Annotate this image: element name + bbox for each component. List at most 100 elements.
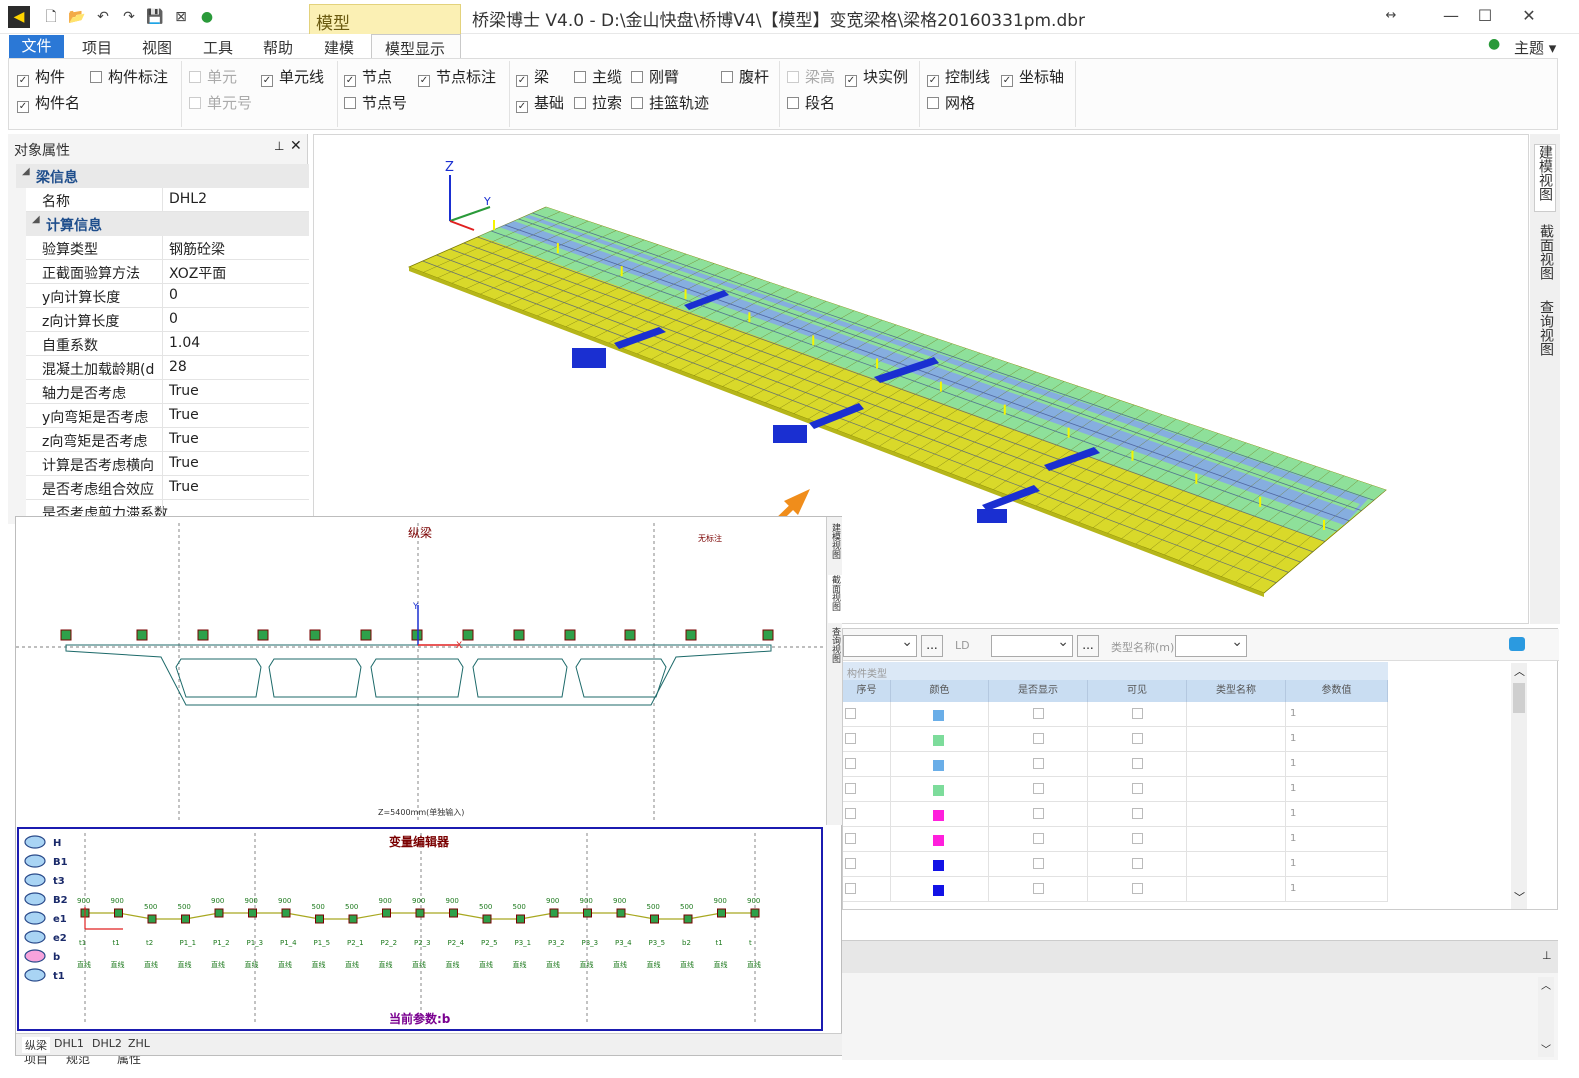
option-element-number[interactable]: 单元号	[189, 92, 252, 113]
option-block-instance[interactable]: ✓ 块实例	[845, 66, 908, 87]
show-checkbox[interactable]	[1033, 833, 1044, 844]
param-toggle-icon[interactable]	[24, 835, 46, 849]
show-checkbox[interactable]	[1033, 783, 1044, 794]
profile-point[interactable]	[348, 914, 358, 924]
col-header[interactable]: 颜色	[891, 680, 989, 702]
table-cell[interactable]	[891, 702, 989, 727]
table-cell[interactable]	[843, 877, 891, 902]
restore-arrows-icon[interactable]: ↔	[1376, 4, 1406, 28]
param-name[interactable]: e2	[53, 933, 67, 944]
redo-icon[interactable]: ↷	[120, 8, 138, 26]
property-row[interactable]: 轴力是否考虑 True	[26, 380, 309, 404]
tab-longitudinal[interactable]: 纵梁	[22, 1037, 50, 1053]
tab-section-view[interactable]: 截面视图	[1534, 224, 1556, 292]
table-row[interactable]: 1	[843, 702, 1388, 727]
grid-browse-button[interactable]: ...	[921, 635, 943, 657]
profile-point[interactable]	[214, 908, 224, 918]
profile-point[interactable]	[449, 908, 458, 918]
profile-point[interactable]	[382, 908, 391, 918]
profile-point[interactable]	[181, 914, 190, 924]
tab-query-view[interactable]: 查询视图	[828, 627, 842, 675]
visible-checkbox[interactable]	[1132, 708, 1143, 719]
col-header[interactable]: 类型名称	[1187, 680, 1286, 702]
property-row[interactable]: 名称 DHL2	[26, 188, 309, 212]
maximize-button[interactable]: ☐	[1470, 4, 1500, 28]
table-cell[interactable]	[891, 727, 989, 752]
property-row[interactable]: y向弯矩是否考虑 True	[26, 404, 309, 428]
table-cell[interactable]	[989, 827, 1088, 852]
property-value[interactable]: 28	[162, 356, 309, 380]
profile-point[interactable]	[650, 914, 659, 924]
table-cell[interactable]: 1	[1286, 877, 1388, 902]
option-grid[interactable]: 网格	[927, 92, 975, 113]
param-toggle-icon[interactable]	[24, 854, 46, 868]
table-cell[interactable]	[891, 802, 989, 827]
param-name[interactable]: B1	[53, 857, 68, 868]
run-icon[interactable]: ●	[198, 8, 216, 26]
variable-editor-canvas[interactable]: 变量编辑器 H B1 t3 B2 e1 e2 b t1 900 t1 直线 900 t1 直线 500 t2…	[19, 829, 821, 1029]
profile-point[interactable]	[315, 914, 324, 924]
row-checkbox[interactable]	[845, 883, 856, 894]
property-value[interactable]: 钢筋砼梁	[162, 236, 309, 260]
param-name[interactable]: B2	[53, 895, 68, 906]
property-value[interactable]: True	[162, 428, 309, 452]
option-component[interactable]: ✓ 构件	[17, 66, 65, 87]
param-name[interactable]: t1	[53, 971, 65, 982]
visible-checkbox[interactable]	[1132, 858, 1143, 869]
table-cell[interactable]	[1187, 777, 1286, 802]
table-cell[interactable]	[1088, 702, 1187, 727]
option-component-name[interactable]: ✓ 构件名	[17, 92, 80, 113]
bottom-scrollbar[interactable]: ︿ ﹀	[1538, 977, 1554, 1057]
option-web-member[interactable]: 腹杆	[721, 66, 769, 87]
param-toggle-icon[interactable]	[24, 892, 46, 906]
table-cell[interactable]: 1	[1286, 727, 1388, 752]
tab-query-view[interactable]: 查询视图	[1534, 300, 1556, 368]
table-cell[interactable]	[989, 752, 1088, 777]
property-value[interactable]: 0	[162, 284, 309, 308]
table-cell[interactable]	[1187, 802, 1286, 827]
table-cell[interactable]	[1187, 752, 1286, 777]
section-node[interactable]	[462, 629, 474, 641]
table-cell[interactable]	[1187, 727, 1286, 752]
profile-point[interactable]	[147, 914, 157, 924]
visible-checkbox[interactable]	[1132, 833, 1143, 844]
option-element[interactable]: 单元	[189, 66, 237, 87]
option-traveler-track[interactable]: 挂篮轨迹	[631, 92, 709, 113]
profile-point[interactable]	[415, 908, 425, 918]
table-cell[interactable]	[1088, 827, 1187, 852]
table-row[interactable]: 1	[843, 827, 1388, 852]
tab-modeling-view[interactable]: 建模视图	[1534, 144, 1556, 212]
option-beam-height[interactable]: 梁高	[787, 66, 835, 87]
open-folder-icon[interactable]: 📂	[68, 8, 86, 26]
save-icon[interactable]: 💾	[146, 8, 164, 26]
option-axis[interactable]: ✓ 坐标轴	[1001, 66, 1064, 87]
profile-point[interactable]	[482, 914, 492, 924]
option-node-annotation[interactable]: ✓ 节点标注	[418, 66, 496, 87]
section-node[interactable]	[762, 629, 774, 641]
table-row[interactable]: 1	[843, 752, 1388, 777]
section-node[interactable]	[624, 629, 636, 641]
param-name[interactable]: e1	[53, 914, 67, 925]
table-cell[interactable]	[1187, 702, 1286, 727]
table-row[interactable]: 1	[843, 727, 1388, 752]
option-control-line[interactable]: ✓ 控制线	[927, 66, 990, 87]
table-cell[interactable]	[843, 802, 891, 827]
scroll-thumb[interactable]	[1513, 683, 1525, 713]
table-cell[interactable]	[989, 727, 1088, 752]
property-row[interactable]: y向计算长度 0	[26, 284, 309, 308]
table-cell[interactable]: 1	[1286, 702, 1388, 727]
show-checkbox[interactable]	[1033, 883, 1044, 894]
collapse-toolbar-icon[interactable]	[1509, 637, 1525, 651]
property-row[interactable]: z向计算长度 0	[26, 308, 309, 332]
table-cell[interactable]	[989, 802, 1088, 827]
option-foundation[interactable]: ✓ 基础	[516, 92, 564, 113]
table-cell[interactable]	[891, 752, 989, 777]
table-cell[interactable]	[891, 877, 989, 902]
grid-ld-browse-button[interactable]: ...	[1077, 635, 1099, 657]
tab-modeling-view[interactable]: 建模视图	[828, 523, 842, 571]
table-cell[interactable]: 1	[1286, 827, 1388, 852]
table-row[interactable]: 1	[843, 852, 1388, 877]
pin-icon[interactable]: ⊥	[1542, 949, 1552, 962]
table-row[interactable]: 1	[843, 877, 1388, 902]
show-checkbox[interactable]	[1033, 733, 1044, 744]
